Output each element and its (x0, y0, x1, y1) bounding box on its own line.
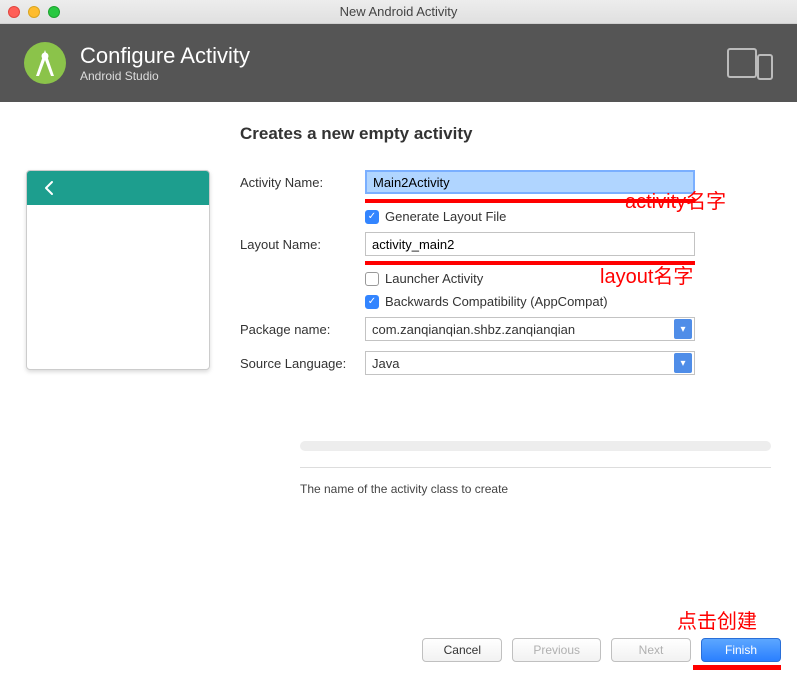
back-arrow-icon (41, 179, 59, 197)
package-name-select[interactable]: com.zanqianqian.shbz.zanqianqian ▾ (365, 317, 695, 341)
wizard-header: Configure Activity Android Studio (0, 24, 797, 102)
annotation-underline (693, 665, 781, 670)
cancel-button[interactable]: Cancel (422, 638, 502, 662)
layout-name-label: Layout Name: (240, 237, 365, 252)
source-language-select[interactable]: Java ▾ (365, 351, 695, 375)
device-preview-icon (727, 46, 773, 80)
header-subtitle: Android Studio (80, 69, 250, 83)
backwards-compat-checkbox[interactable]: ✓ (365, 295, 379, 309)
title-bar: New Android Activity (0, 0, 797, 24)
chevron-down-icon: ▾ (674, 353, 692, 373)
annotation-activity: activity名字 (625, 185, 726, 214)
activity-preview (26, 170, 210, 381)
window-title: New Android Activity (0, 4, 797, 19)
package-name-label: Package name: (240, 322, 365, 337)
generate-layout-label: Generate Layout File (385, 209, 506, 224)
previous-button[interactable]: Previous (512, 638, 601, 662)
launcher-activity-label: Launcher Activity (385, 271, 483, 286)
generate-layout-checkbox[interactable]: ✓ (365, 210, 379, 224)
header-title: Configure Activity (80, 43, 250, 69)
source-language-value: Java (372, 356, 399, 371)
horizontal-scrollbar[interactable] (300, 441, 771, 451)
package-name-value: com.zanqianqian.shbz.zanqianqian (372, 322, 575, 337)
form-title: Creates a new empty activity (240, 124, 771, 144)
annotation-finish: 点击创建 (677, 605, 757, 634)
finish-button[interactable]: Finish (701, 638, 781, 662)
backwards-compat-label: Backwards Compatibility (AppCompat) (385, 294, 608, 309)
layout-name-input[interactable] (365, 232, 695, 256)
chevron-down-icon: ▾ (674, 319, 692, 339)
activity-name-label: Activity Name: (240, 175, 365, 190)
help-text: The name of the activity class to create (300, 467, 771, 496)
android-studio-logo-icon (24, 42, 66, 84)
next-button[interactable]: Next (611, 638, 691, 662)
annotation-layout: layout名字 (600, 260, 693, 289)
launcher-activity-checkbox[interactable] (365, 272, 379, 286)
source-language-label: Source Language: (240, 356, 365, 371)
